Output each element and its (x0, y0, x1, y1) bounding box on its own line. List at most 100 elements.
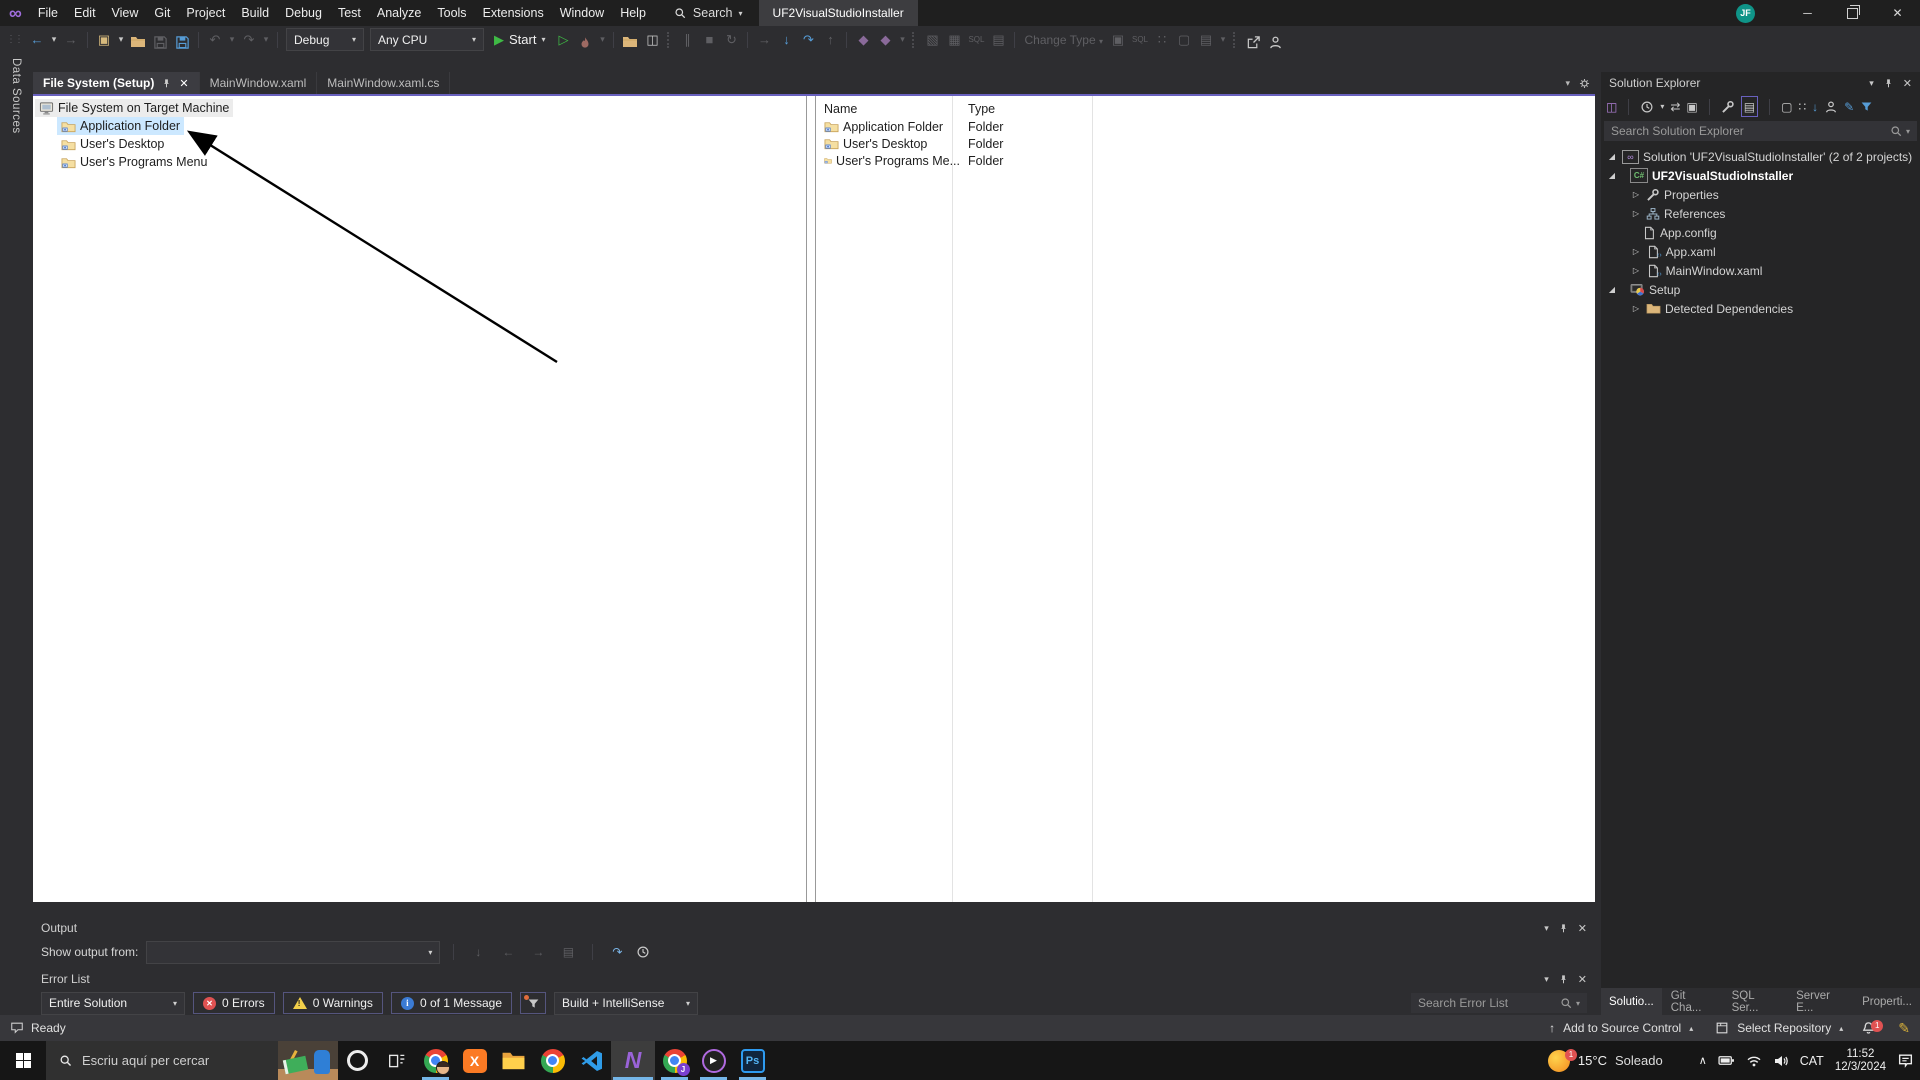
start-button[interactable] (0, 1041, 46, 1080)
tree-row-detected-dependencies[interactable]: ▷ Detected Dependencies (1601, 299, 1920, 318)
collapsed-arrow-icon[interactable]: ▷ (1630, 190, 1642, 199)
notification-center-icon[interactable] (1897, 1052, 1914, 1069)
expanded-arrow-icon[interactable]: ◢ (1606, 152, 1618, 161)
tab-git-changes[interactable]: Git Cha... (1663, 988, 1723, 1015)
menu-help[interactable]: Help (612, 0, 654, 26)
preview-selected-button[interactable]: ∷ (1798, 100, 1806, 114)
word-wrap-button[interactable]: ↷ (606, 939, 628, 966)
tree-row-app-config[interactable]: App.config (1601, 223, 1920, 242)
close-button[interactable]: ✕ (1875, 0, 1920, 26)
switch-views-button[interactable]: ◫ (1606, 100, 1617, 114)
search-highlight-image[interactable] (278, 1041, 338, 1080)
menu-file[interactable]: File (30, 0, 66, 26)
hot-reload-caret[interactable]: ▾ (596, 26, 608, 53)
tree-item-application-folder[interactable]: Application Folder (57, 117, 185, 135)
weather-widget[interactable]: 1 15°C Soleado (1547, 1048, 1663, 1072)
column-divider[interactable] (952, 96, 953, 902)
close-icon[interactable]: ✕ (1578, 973, 1587, 986)
expanded-arrow-icon[interactable]: ◢ (1606, 285, 1618, 294)
taskbar-app-chrome[interactable] (533, 1041, 572, 1080)
pending-changes-caret[interactable]: ▾ (1660, 102, 1664, 111)
open-folder-button[interactable] (127, 29, 149, 50)
pin-icon[interactable] (1883, 78, 1894, 89)
stop-button[interactable]: ■ (698, 26, 720, 53)
save-all-button[interactable] (171, 29, 193, 50)
menu-project[interactable]: Project (178, 0, 233, 26)
data-sources-tab[interactable]: Data Sources (10, 58, 22, 134)
sql-label-button[interactable]: SQL (965, 26, 987, 53)
tab-file-system-setup[interactable]: File System (Setup) ✕ (33, 72, 200, 94)
pin-icon[interactable] (1558, 923, 1569, 934)
save-button[interactable] (149, 29, 171, 50)
expanded-arrow-icon[interactable]: ◢ (1606, 171, 1618, 180)
error-list-filter-button[interactable] (520, 992, 546, 1014)
refresh-button[interactable]: ⇄ (1670, 100, 1680, 114)
tab-mainwindow-xaml-cs[interactable]: MainWindow.xaml.cs (317, 72, 451, 94)
redo-button[interactable]: ↷ (238, 26, 260, 53)
solution-explorer-search[interactable]: Search Solution Explorer ▾ (1604, 121, 1917, 141)
taskbar-app-chrome-j-profile[interactable]: J (655, 1041, 694, 1080)
find-in-files-button[interactable] (619, 29, 641, 50)
close-icon[interactable]: ✕ (1903, 77, 1912, 90)
language-indicator[interactable]: CAT (1800, 1054, 1824, 1068)
close-icon[interactable]: ✕ (1578, 922, 1587, 935)
error-scope-dropdown[interactable]: Entire Solution ▾ (41, 991, 185, 1015)
notifications-button[interactable]: 1 (1861, 1019, 1884, 1036)
tab-properties[interactable]: Properti... (1854, 988, 1920, 1015)
tree-row-mainwindow-xaml[interactable]: ▷ ‹› MainWindow.xaml (1601, 261, 1920, 280)
restore-button[interactable] (1830, 0, 1875, 26)
tree-row-app-xaml[interactable]: ▷ ‹› App.xaml (1601, 242, 1920, 261)
tab-sql-server[interactable]: SQL Ser... (1724, 988, 1788, 1015)
menu-extensions[interactable]: Extensions (475, 0, 552, 26)
menu-view[interactable]: View (104, 0, 147, 26)
table-view-button[interactable]: ▤ (987, 26, 1009, 53)
live-visual-tree-button[interactable]: ◫ (641, 26, 663, 53)
layout-button[interactable]: ▤ (1195, 26, 1217, 53)
list-row-users-desktop[interactable]: User's Desktop Folder (816, 135, 1595, 152)
clear-all-button[interactable]: ▤ (557, 939, 579, 966)
column-header-name[interactable]: Name (816, 102, 960, 116)
wifi-icon[interactable] (1746, 1053, 1762, 1069)
key-button[interactable]: ▢ (1173, 26, 1195, 53)
gear-icon[interactable] (1578, 77, 1591, 90)
sync-with-active-document-button[interactable]: ▤ (1740, 96, 1759, 117)
export-window-button[interactable]: ▣ (1107, 26, 1129, 53)
breakpoints-button[interactable]: ◆ (852, 26, 874, 53)
schema-grid-button[interactable]: ▦ (943, 26, 965, 53)
panel-menu-chevron-icon[interactable]: ▾ (1544, 923, 1549, 934)
step-into-button[interactable]: ↓ (775, 26, 797, 53)
column-divider[interactable] (1092, 96, 1093, 902)
validate-sql-button[interactable]: SQL (1129, 26, 1151, 53)
active-files-chevron-icon[interactable]: ▾ (1565, 78, 1570, 89)
panel-menu-chevron-icon[interactable]: ▾ (1544, 974, 1549, 985)
live-share-button[interactable] (1264, 29, 1286, 50)
tree-row-properties[interactable]: ▷ Properties (1601, 185, 1920, 204)
errors-filter-button[interactable]: ✕ 0 Errors (193, 992, 275, 1014)
show-all-files-button[interactable]: ↓ (1812, 100, 1818, 114)
taskbar-app-xampp[interactable]: X (455, 1041, 494, 1080)
minimize-button[interactable]: ─ (1785, 0, 1830, 26)
filter-button[interactable] (1860, 100, 1873, 113)
step-out-button[interactable]: ↑ (819, 26, 841, 53)
tree-row-references[interactable]: ▷ References (1601, 204, 1920, 223)
search-button[interactable]: Search ▾ (674, 6, 743, 20)
send-feedback-icon[interactable]: ✎ (1898, 1020, 1910, 1037)
show-next-statement-button[interactable]: → (753, 26, 775, 53)
change-type-dropdown[interactable]: Change Type ▾ (1020, 33, 1107, 47)
layout-caret[interactable]: ▾ (1217, 26, 1229, 53)
menu-build[interactable]: Build (233, 0, 277, 26)
error-source-dropdown[interactable]: Build + IntelliSense ▾ (554, 991, 698, 1015)
pin-icon[interactable] (1558, 974, 1569, 985)
error-list-header[interactable]: Error List ▾ ✕ (33, 968, 1595, 990)
collapsed-arrow-icon[interactable]: ▷ (1630, 266, 1642, 275)
taskbar-app-file-explorer[interactable] (494, 1041, 533, 1080)
volume-icon[interactable] (1773, 1053, 1789, 1069)
select-repository-button[interactable]: Select Repository (1737, 1021, 1831, 1035)
output-header[interactable]: Output ▾ ✕ (33, 917, 1595, 939)
add-to-source-control-button[interactable]: Add to Source Control (1563, 1021, 1681, 1035)
menu-git[interactable]: Git (146, 0, 178, 26)
close-tab-icon[interactable]: ✕ (179, 77, 188, 90)
taskbar-app-opera[interactable] (338, 1041, 377, 1080)
redo-caret[interactable]: ▾ (260, 26, 272, 53)
taskbar-app-chrome-profile[interactable] (416, 1041, 455, 1080)
